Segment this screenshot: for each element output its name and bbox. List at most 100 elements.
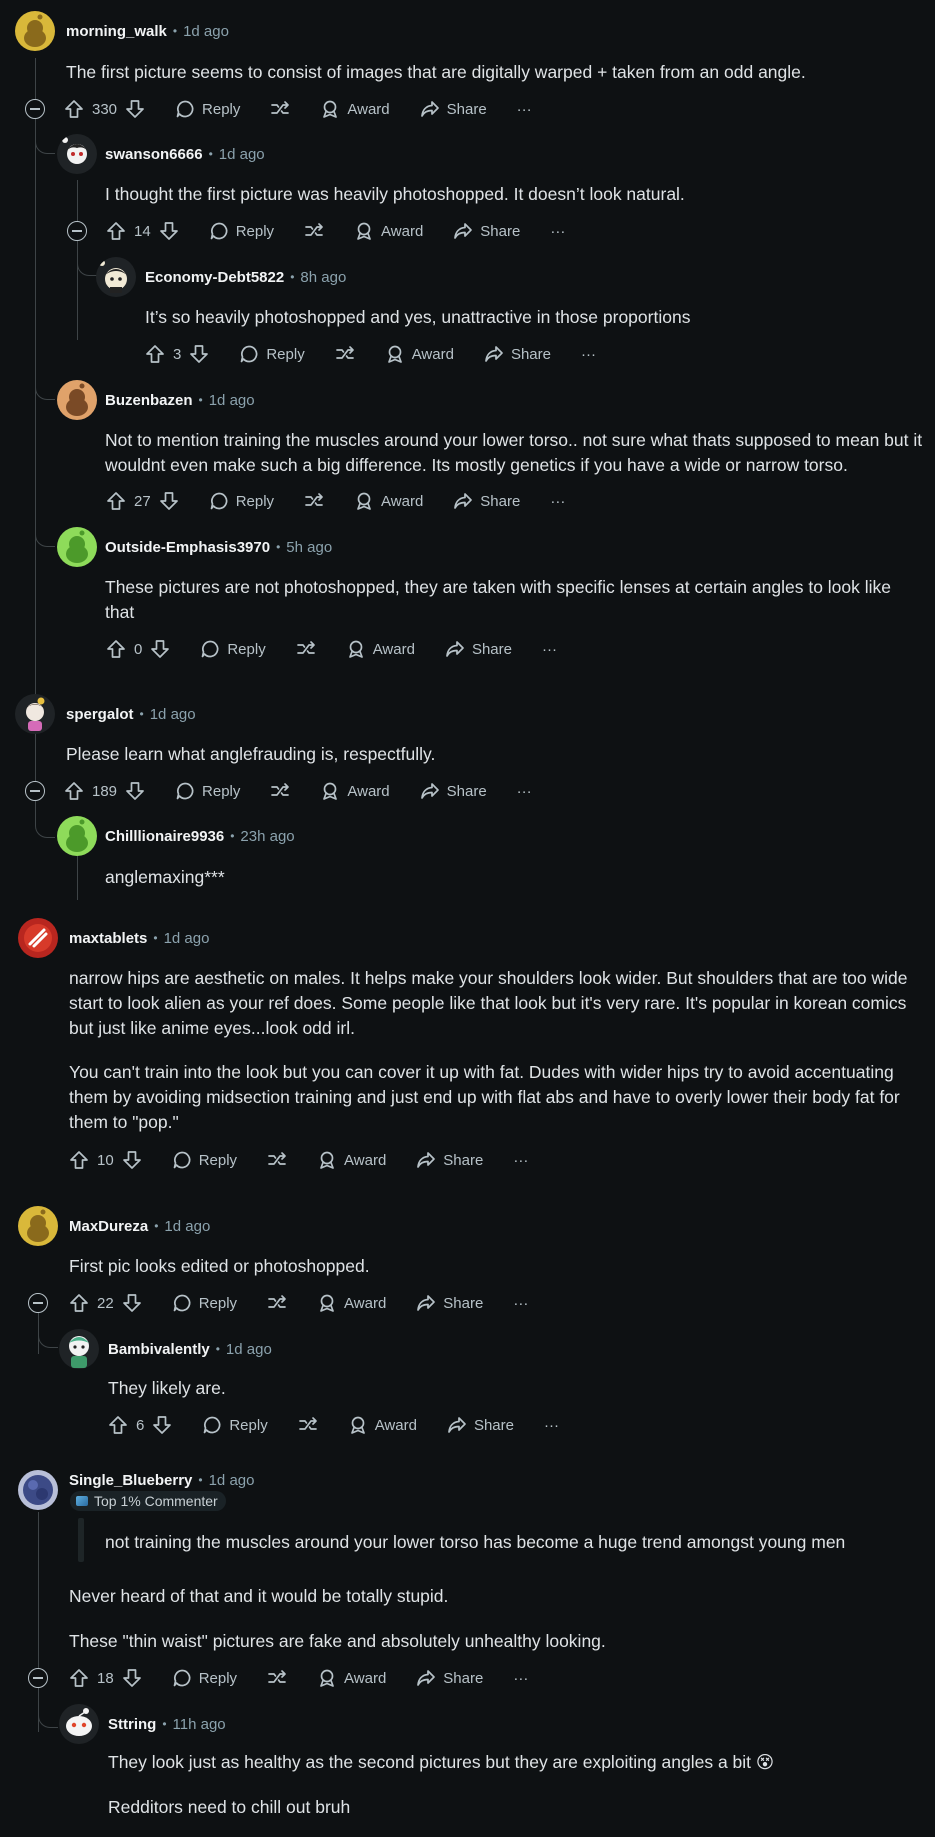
downvote-icon[interactable] [159, 221, 179, 241]
avatar[interactable] [57, 816, 97, 856]
crosspost-button[interactable] [304, 221, 324, 241]
more-options-button[interactable]: ··· [513, 1152, 528, 1169]
downvote-icon[interactable] [122, 1293, 142, 1313]
reply-button[interactable]: Reply [175, 99, 240, 119]
share-button[interactable]: Share [445, 639, 512, 659]
upvote-icon[interactable] [106, 221, 126, 241]
upvote-icon[interactable] [69, 1293, 89, 1313]
avatar[interactable] [59, 1704, 99, 1744]
username[interactable]: Outside-Emphasis3970 [105, 539, 270, 556]
award-button[interactable]: Award [348, 1415, 417, 1435]
award-button[interactable]: Award [320, 99, 390, 119]
downvote-icon[interactable] [122, 1150, 142, 1170]
collapse-icon[interactable] [25, 99, 45, 119]
more-options-button[interactable]: ··· [581, 346, 596, 363]
upvote-icon[interactable] [69, 1668, 89, 1688]
collapse-icon[interactable] [25, 781, 45, 801]
more-options-button[interactable]: ··· [542, 641, 557, 658]
upvote-icon[interactable] [69, 1150, 89, 1170]
username[interactable]: Single_Blueberry [69, 1472, 192, 1489]
share-button[interactable]: Share [453, 221, 520, 241]
share-button[interactable]: Share [420, 781, 487, 801]
avatar[interactable] [59, 1329, 99, 1369]
avatar[interactable] [18, 1470, 58, 1510]
username[interactable]: morning_walk [66, 23, 167, 40]
reply-button[interactable]: Reply [209, 491, 274, 511]
downvote-icon[interactable] [189, 344, 209, 364]
award-button[interactable]: Award [317, 1668, 386, 1688]
crosspost-button[interactable] [267, 1293, 287, 1313]
avatar[interactable] [18, 1206, 58, 1246]
collapse-icon[interactable] [67, 221, 87, 241]
downvote-icon[interactable] [159, 491, 179, 511]
username[interactable]: Chilllionaire9936 [105, 828, 224, 845]
more-options-button[interactable]: ··· [513, 1670, 528, 1687]
reply-button[interactable]: Reply [175, 781, 240, 801]
downvote-icon[interactable] [152, 1415, 172, 1435]
award-button[interactable]: Award [354, 491, 423, 511]
more-options-button[interactable]: ··· [550, 493, 565, 510]
reply-button[interactable]: Reply [172, 1150, 237, 1170]
upvote-icon[interactable] [64, 99, 84, 119]
upvote-icon[interactable] [106, 491, 126, 511]
share-button[interactable]: Share [416, 1150, 483, 1170]
crosspost-button[interactable] [267, 1668, 287, 1688]
avatar[interactable] [15, 11, 55, 51]
downvote-icon[interactable] [125, 781, 145, 801]
username[interactable]: MaxDureza [69, 1218, 148, 1235]
reply-button[interactable]: Reply [172, 1293, 237, 1313]
more-options-button[interactable]: ··· [517, 101, 532, 118]
crosspost-button[interactable] [267, 1150, 287, 1170]
downvote-icon[interactable] [150, 639, 170, 659]
award-button[interactable]: Award [320, 781, 390, 801]
avatar[interactable] [57, 527, 97, 567]
avatar[interactable] [15, 694, 55, 734]
crosspost-button[interactable] [298, 1415, 318, 1435]
username[interactable]: Bambivalently [108, 1341, 210, 1358]
share-button[interactable]: Share [484, 344, 551, 364]
share-button[interactable]: Share [420, 99, 487, 119]
downvote-icon[interactable] [125, 99, 145, 119]
award-button[interactable]: Award [346, 639, 415, 659]
username[interactable]: Economy-Debt5822 [145, 269, 284, 286]
reply-button[interactable]: Reply [172, 1668, 237, 1688]
share-button[interactable]: Share [416, 1293, 483, 1313]
reply-button[interactable]: Reply [200, 639, 266, 659]
username[interactable]: swanson6666 [105, 146, 203, 163]
upvote-icon[interactable] [108, 1415, 128, 1435]
avatar[interactable] [57, 134, 97, 174]
crosspost-button[interactable] [335, 344, 355, 364]
avatar[interactable] [57, 380, 97, 420]
crosspost-button[interactable] [296, 639, 316, 659]
more-options-button[interactable]: ··· [544, 1417, 559, 1434]
crosspost-button[interactable] [304, 491, 324, 511]
share-button[interactable]: Share [416, 1668, 483, 1688]
award-button[interactable]: Award [317, 1150, 386, 1170]
username[interactable]: Sttring [108, 1716, 156, 1733]
downvote-icon[interactable] [122, 1668, 142, 1688]
upvote-icon[interactable] [64, 781, 84, 801]
share-button[interactable]: Share [447, 1415, 514, 1435]
reply-button[interactable]: Reply [202, 1415, 268, 1435]
more-options-button[interactable]: ··· [550, 223, 565, 240]
award-button[interactable]: Award [354, 221, 423, 241]
award-button[interactable]: Award [317, 1293, 386, 1313]
more-options-button[interactable]: ··· [513, 1295, 528, 1312]
award-button[interactable]: Award [385, 344, 454, 364]
upvote-icon[interactable] [106, 639, 126, 659]
reply-button[interactable]: Reply [239, 344, 305, 364]
username[interactable]: spergalot [66, 706, 134, 723]
reply-button[interactable]: Reply [209, 221, 274, 241]
more-options-button[interactable]: ··· [517, 783, 532, 800]
thread-elbow [35, 384, 55, 400]
crosspost-button[interactable] [270, 781, 290, 801]
crosspost-button[interactable] [270, 99, 290, 119]
upvote-icon[interactable] [145, 344, 165, 364]
collapse-icon[interactable] [28, 1668, 48, 1688]
share-button[interactable]: Share [453, 491, 520, 511]
username[interactable]: maxtablets [69, 930, 147, 947]
username[interactable]: Buzenbazen [105, 392, 193, 409]
avatar[interactable] [96, 257, 136, 297]
collapse-icon[interactable] [28, 1293, 48, 1313]
avatar[interactable] [18, 918, 58, 958]
